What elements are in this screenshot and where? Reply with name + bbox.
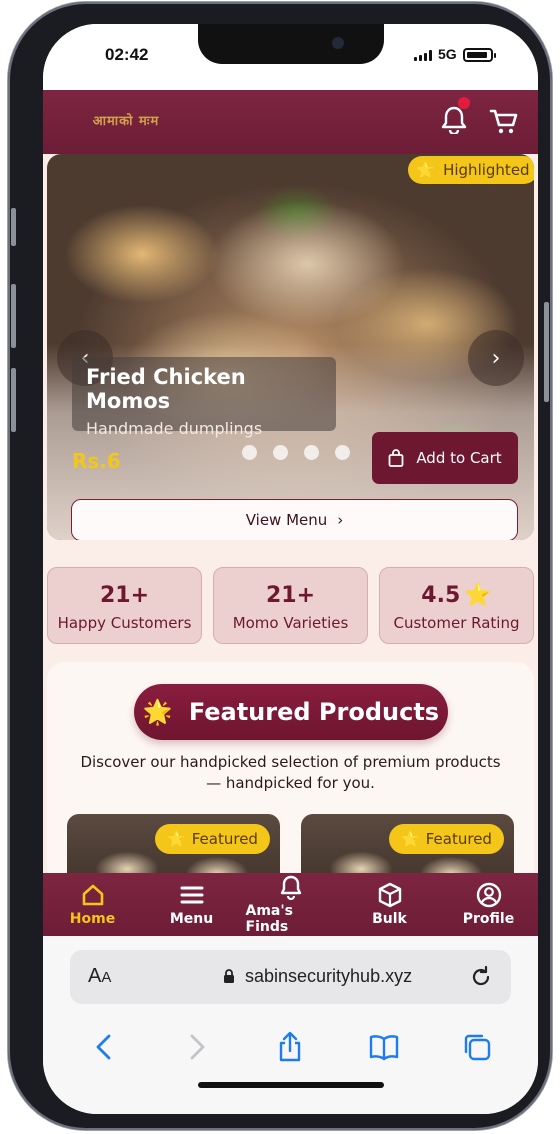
stat-label: Happy Customers [57,614,192,632]
stat-label: Momo Varieties [232,614,349,632]
nav-bulk[interactable]: Bulk [345,882,435,927]
nav-label: Ama's Finds [245,903,294,935]
nav-amas-finds[interactable]: Ama's Finds [246,874,336,935]
user-icon [476,882,501,908]
phone-frame: 02:42 5G आमाको मःम ⭐ Highlighted › Fried… [8,2,552,1130]
home-indicator[interactable] [198,1082,384,1088]
cart-icon[interactable] [489,106,519,136]
featured-description: Discover our handpicked selection of pre… [80,753,501,792]
status-time: 02:42 [105,45,149,64]
carousel-dot[interactable] [273,445,288,460]
hero-subtitle: Handmade dumplings [86,419,263,438]
power-button [544,302,549,402]
carousel-dots[interactable] [242,445,350,460]
bottom-nav: Home Menu Ama's Finds Bulk Profile [43,873,538,936]
hero-caption: Fried Chicken Momos Handmade dumplings [72,357,336,438]
stat-card-varieties: 21+ Momo Varieties [213,567,368,644]
view-menu-button[interactable]: View Menu › [71,499,518,540]
text-size-button[interactable]: AA [88,965,111,988]
featured-title: Featured Products [188,698,440,726]
carousel-dot[interactable] [335,445,350,460]
featured-badge: ⭐ Featured [155,824,270,854]
product-card[interactable]: ⭐ Featured [67,814,280,873]
carousel-next-button[interactable]: › [468,330,524,386]
signal-icon [414,50,432,61]
screen: 02:42 5G आमाको मःम ⭐ Highlighted › Fried… [43,24,538,1114]
featured-badge: ⭐ Featured [389,824,504,854]
notification-dot [458,97,470,109]
stat-value: 21+ [265,583,316,608]
chevron-right-icon: › [491,345,501,371]
star-icon: ⭐ [401,830,420,848]
featured-section: 🌟 Featured Products Discover our handpic… [47,662,534,873]
hero-price: Rs.6 [72,449,121,473]
reload-icon[interactable] [468,964,494,990]
notch [198,24,384,64]
home-icon [82,884,103,906]
volume-up-button [11,284,16,348]
hero-title: Fried Chicken Momos [86,365,246,413]
back-button[interactable] [87,1030,121,1064]
main-content[interactable]: ⭐ Highlighted ‹ › Fried Chicken Momos Ha… [43,154,538,873]
star-icon: ⭐ [464,583,492,608]
lock-icon [224,969,234,983]
sparkle-icon: 🌟 [142,698,173,726]
tabs-button[interactable] [460,1030,494,1064]
nav-label: Home [69,911,116,927]
app-header: आमाको मःम [43,90,538,154]
star-icon: ⭐ [167,830,186,848]
stat-value: 4.5 [421,583,461,608]
book-icon [369,1035,399,1061]
address-bar[interactable]: AA sabinsecurityhub.xyz [70,950,511,1004]
highlighted-badge: ⭐ Highlighted [408,156,534,184]
bookmarks-button[interactable] [367,1030,401,1064]
star-icon: ⭐ [416,161,436,179]
product-card[interactable]: ⭐ Featured [301,814,514,873]
stats-row: 21+ Happy Customers 21+ Momo Varieties 4… [47,567,534,644]
url-text[interactable]: sabinsecurityhub.xyz [245,966,412,987]
bell-icon [280,875,301,900]
stat-label: Customer Rating [393,614,520,632]
battery-icon [463,48,496,62]
forward-button[interactable] [180,1030,214,1064]
shopping-bag-icon [388,449,404,467]
nav-label: Menu [169,911,214,927]
share-icon [280,1031,301,1062]
highlighted-badge-label: Highlighted [443,161,530,179]
stat-value: 21+ [99,583,150,608]
network-type: 5G [438,46,457,62]
browser-toolbar [43,1030,538,1064]
silent-switch [11,208,16,246]
nav-profile[interactable]: Profile [444,882,534,927]
view-menu-label: View Menu [245,511,328,529]
chevron-right-icon: › [337,511,344,529]
chevron-left-icon [96,1034,111,1060]
hero-carousel[interactable]: ⭐ Highlighted ‹ › Fried Chicken Momos Ha… [47,154,534,540]
featured-badge-label: Featured [191,830,258,848]
add-to-cart-label: Add to Cart [416,449,502,467]
menu-icon [180,886,203,904]
stat-card-rating: 4.5 ⭐ Customer Rating [379,567,534,644]
nav-label: Bulk [372,911,407,927]
nav-label: Profile [462,911,515,927]
add-to-cart-button[interactable]: Add to Cart [372,432,518,484]
chevron-right-icon [190,1034,205,1060]
box-icon [378,882,401,908]
tabs-icon [465,1034,491,1061]
featured-badge-label: Featured [425,830,492,848]
logo[interactable]: आमाको मःम [79,111,173,133]
camera [332,37,344,49]
volume-down-button [11,368,16,432]
carousel-dot[interactable] [242,445,257,460]
nav-menu[interactable]: Menu [147,882,237,927]
carousel-dot[interactable] [304,445,319,460]
notification-bell-icon[interactable] [440,97,470,136]
share-button[interactable] [273,1030,307,1064]
featured-title-pill: 🌟 Featured Products [134,684,448,740]
stat-card-customers: 21+ Happy Customers [47,567,202,644]
nav-home[interactable]: Home [48,882,138,927]
